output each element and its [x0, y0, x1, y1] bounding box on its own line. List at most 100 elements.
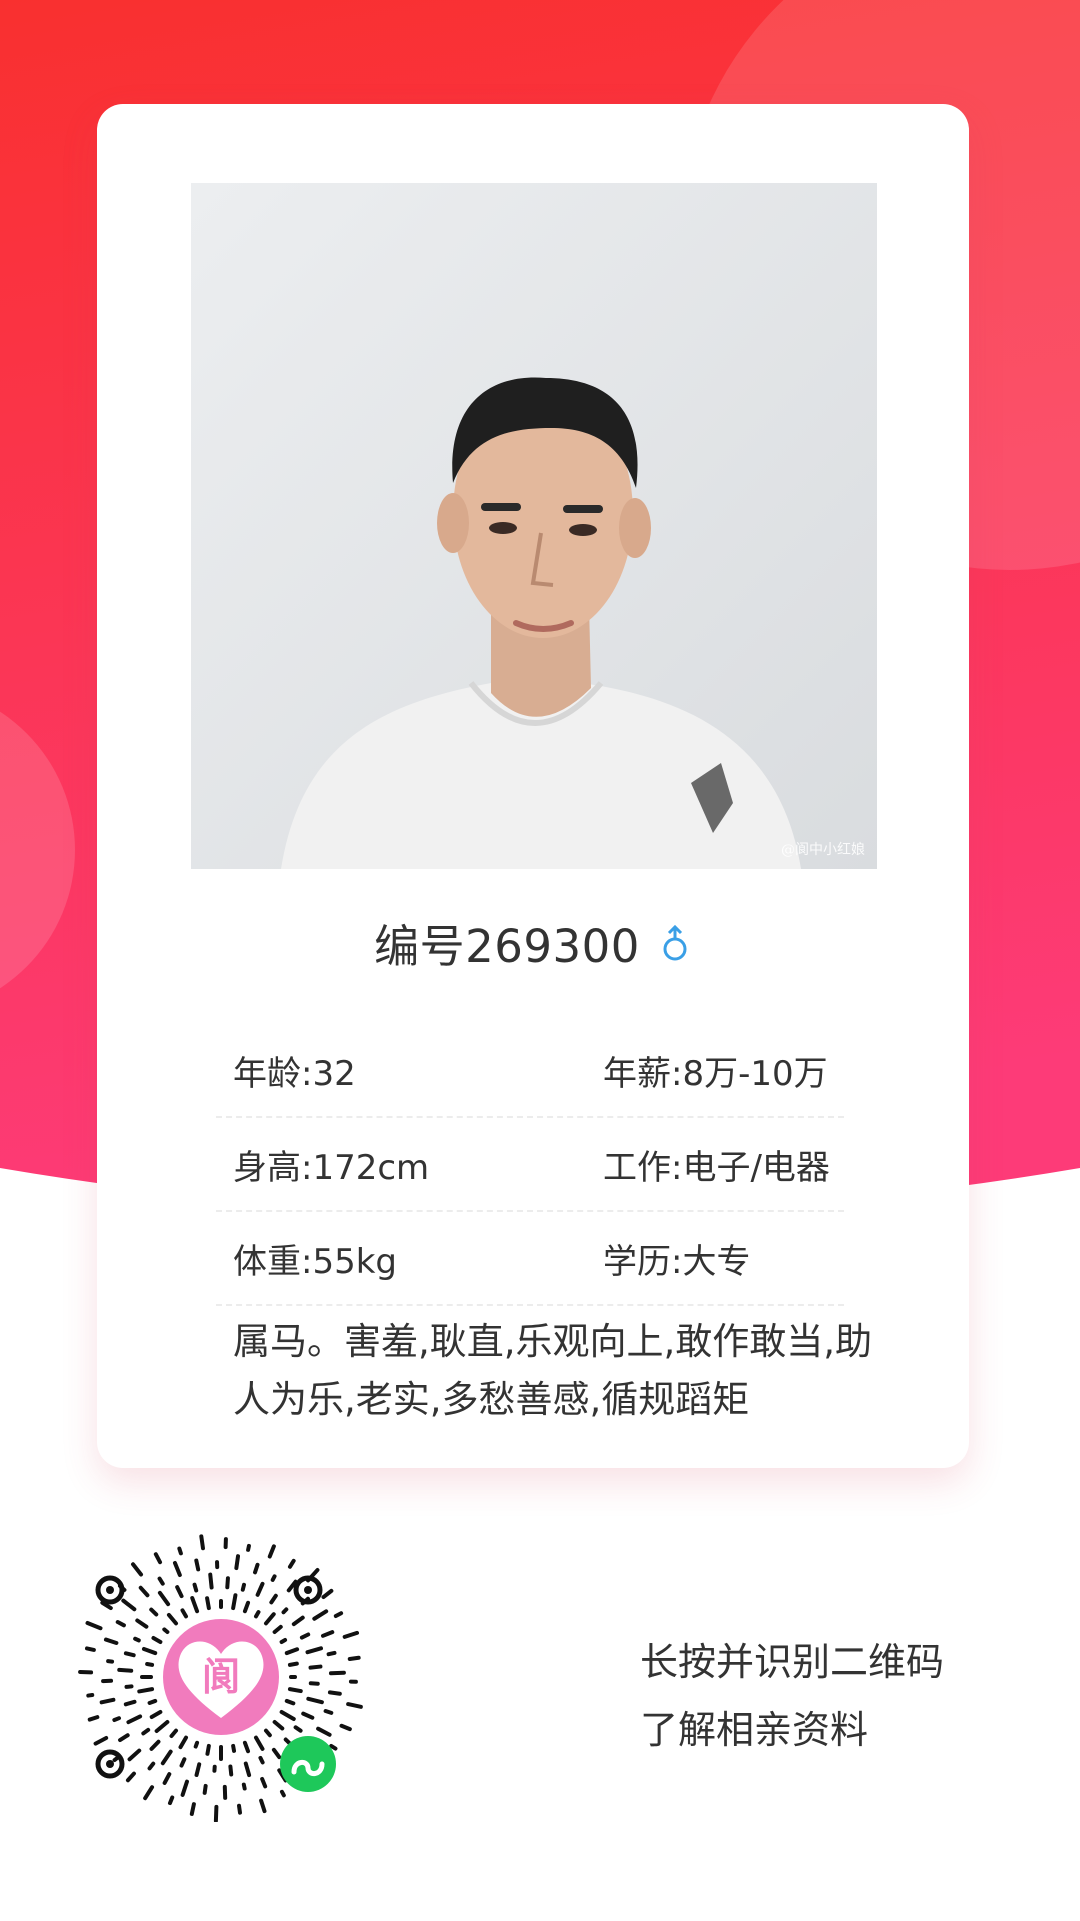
qr-dash [291, 1615, 305, 1627]
qr-dash [255, 1581, 265, 1597]
info-row: 年龄:32 年薪:8万-10万 [216, 1024, 844, 1118]
qr-dash [246, 1543, 251, 1552]
qr-dash [167, 1795, 175, 1806]
qr-dash [342, 1630, 360, 1639]
qr-dash [189, 1802, 196, 1816]
qr-dash [321, 1630, 335, 1638]
qr-dash [263, 1728, 272, 1738]
qr-dash [149, 1607, 159, 1617]
qr-dash [279, 1789, 286, 1798]
qr-dash [124, 1684, 134, 1689]
qr-dash [272, 1719, 285, 1731]
qr-dash [149, 1710, 163, 1719]
qr-dash [138, 1585, 150, 1598]
qr-dash [123, 1699, 137, 1707]
qr-dash [133, 1636, 141, 1643]
qr-dash [180, 1608, 188, 1619]
qr-dash [281, 1607, 289, 1615]
qr-dash [199, 1534, 205, 1551]
qr-dash [346, 1702, 363, 1709]
profile-title-row: 编号269300 [97, 912, 969, 973]
qr-dash [103, 1637, 119, 1645]
qr-dash [162, 1627, 170, 1635]
qr-dash [160, 1749, 173, 1766]
description-line: 人为乐,老实,多愁善感,循规蹈矩 [233, 1378, 750, 1421]
qr-instructions: 长按并识别二维码 了解相亲资料 [640, 1628, 944, 1764]
qr-dash [141, 1646, 158, 1656]
qr-dash [147, 1698, 158, 1705]
qr-dash [208, 1572, 214, 1590]
qr-dash [179, 1757, 187, 1768]
qr-dash [205, 1743, 211, 1756]
qr-dash [279, 1638, 288, 1644]
qr-dash [287, 1558, 296, 1569]
qr-dash [193, 1740, 200, 1749]
qr-dash [178, 1735, 188, 1750]
qr-dash [177, 1546, 183, 1556]
qr-dash [327, 1690, 342, 1696]
qr-dash [175, 1585, 184, 1599]
qr-dash [254, 1610, 261, 1619]
qr-dash [137, 1687, 155, 1694]
qr-dash [123, 1651, 136, 1658]
qr-dash [180, 1779, 189, 1797]
qr-dash [333, 1611, 344, 1619]
qr-dash [326, 1650, 337, 1657]
info-row: 体重:55kg 学历:大专 [216, 1212, 844, 1306]
qr-dash [240, 1582, 246, 1592]
qr-dash [135, 1618, 149, 1629]
info-annual-salary: 年薪:8万-10万 [603, 1053, 828, 1094]
qr-dash [145, 1661, 155, 1667]
qr-dash [228, 1764, 234, 1777]
qr-dash [321, 1588, 334, 1600]
qr-dash [157, 1576, 165, 1586]
qr-dash [306, 1696, 324, 1705]
qr-dash [205, 1596, 211, 1611]
qr-dash [323, 1709, 334, 1715]
qr-dash [194, 1762, 202, 1777]
qr-dash [127, 1748, 142, 1762]
qr-dash [143, 1785, 155, 1801]
qr-dash [270, 1574, 277, 1582]
qr-dash [267, 1544, 276, 1559]
qr-dash [260, 1777, 268, 1789]
qr-dash [243, 1761, 252, 1778]
qr-dash [305, 1646, 323, 1655]
info-age: 年龄:32 [233, 1053, 356, 1094]
qr-dash [162, 1772, 172, 1785]
qr-dash [166, 1612, 179, 1626]
qr-dash [121, 1598, 137, 1612]
qr-dash [316, 1726, 332, 1737]
qr-dash [287, 1687, 303, 1694]
qr-dash [149, 1739, 161, 1751]
qr-dash [339, 1723, 352, 1732]
info-row: 身高:172cm 工作:电子/电器 [216, 1118, 844, 1212]
qr-dash [106, 1659, 115, 1664]
qr-dash [308, 1664, 323, 1670]
qr-dash [263, 1612, 276, 1626]
qr-dash [293, 1725, 303, 1733]
qr-instruction-line: 长按并识别二维码 [640, 1640, 945, 1684]
qr-dash [93, 1735, 109, 1746]
photo-watermark: @阆中小红娘 [781, 842, 865, 858]
qr-dash [242, 1600, 251, 1614]
qr-dash [153, 1552, 163, 1565]
profile-card: @阆中小红娘 编号269300 年龄:32 年薪:8万-10万 身高:172cm… [97, 104, 969, 1468]
qr-dash [172, 1560, 182, 1577]
male-icon [658, 924, 692, 964]
qr-dash [192, 1582, 199, 1593]
info-height: 身高:172cm [233, 1147, 430, 1188]
qr-dash [169, 1728, 179, 1738]
qr-dash [259, 1798, 267, 1814]
qr-dash [242, 1740, 251, 1754]
qr-dash [117, 1667, 134, 1673]
qr-dash [190, 1596, 200, 1614]
description-line: 属马。害羞,耿直,乐观向上,敢作敢当,助 [233, 1320, 873, 1363]
qr-instruction-line: 了解相亲资料 [640, 1708, 869, 1752]
qr-dash [151, 1636, 163, 1644]
qr-dash [112, 1716, 121, 1723]
profile-photo: @阆中小红娘 [191, 183, 877, 869]
profile-info-grid: 年龄:32 年薪:8万-10万 身高:172cm 工作:电子/电器 体重:55k… [216, 1024, 844, 1306]
qr-dash [287, 1661, 299, 1667]
mini-program-code-icon[interactable]: 阆 [76, 1532, 366, 1822]
